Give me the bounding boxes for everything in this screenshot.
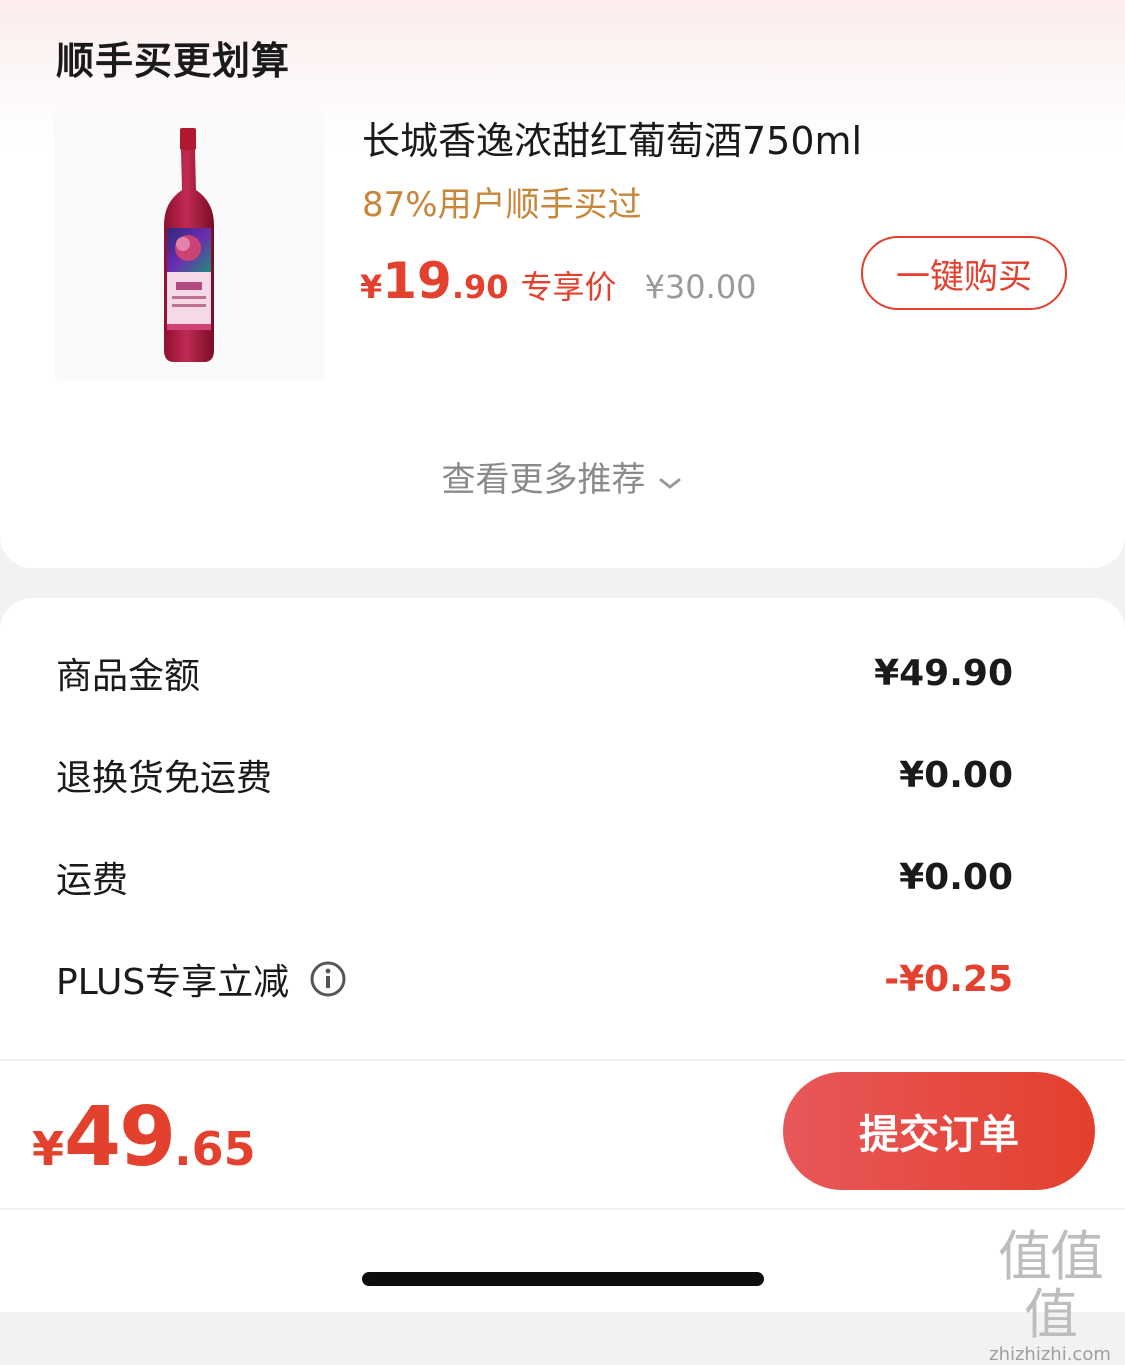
summary-row-shipping: 运费 ¥0.00 (56, 847, 1013, 907)
original-price: ¥30.00 (644, 268, 757, 306)
one-click-buy-button[interactable]: 一键购买 (861, 236, 1067, 310)
watermark-logo: 值值值 (998, 1225, 1104, 1346)
more-recommendations-link[interactable]: 查看更多推荐 (0, 452, 1125, 502)
divider (0, 1208, 1125, 1210)
summary-label-wrap: PLUS专享立减 (56, 953, 347, 1005)
total-currency: ¥ (32, 1122, 65, 1176)
info-icon[interactable] (309, 960, 347, 998)
wine-bottle-icon (164, 128, 214, 362)
summary-row-goods-amount: 商品金额 ¥49.90 (56, 643, 1013, 703)
summary-label: 商品金额 (56, 656, 201, 697)
home-indicator[interactable] (362, 1272, 764, 1286)
product-price: ¥19.90 专享价 ¥30.00 (360, 252, 757, 310)
summary-value: -¥0.25 (884, 958, 1013, 1000)
watermark: 值值值 zhizhizhi.com (975, 1228, 1125, 1365)
purchase-rate-tag: 87%用户顺手买过 (362, 185, 642, 225)
section-title: 顺手买更划算 (56, 39, 291, 83)
product-image[interactable] (54, 110, 324, 380)
summary-label: PLUS专享立减 (56, 962, 290, 1003)
summary-value: ¥0.00 (899, 754, 1013, 796)
watermark-url: zhizhizhi.com (989, 1344, 1111, 1365)
divider (0, 1059, 1125, 1061)
summary-row-return-shipping: 退换货免运费 ¥0.00 (56, 745, 1013, 805)
price-currency: ¥ (360, 268, 383, 306)
price-integer: 19 (382, 252, 452, 310)
total-decimal: .65 (174, 1122, 256, 1176)
more-recommendations-label: 查看更多推荐 (441, 460, 646, 500)
price-decimal: .90 (451, 268, 509, 306)
summary-label: 运费 (56, 860, 129, 901)
exclusive-price-label: 专享价 (520, 268, 617, 306)
submit-order-button[interactable]: 提交订单 (783, 1072, 1095, 1190)
summary-row-plus-discount: PLUS专享立减 -¥0.25 (56, 949, 1013, 1009)
summary-value: ¥49.90 (874, 652, 1013, 694)
total-price: ¥49.65 (32, 1090, 256, 1185)
total-integer: 49 (64, 1090, 176, 1185)
chevron-down-icon (656, 462, 684, 502)
summary-value: ¥0.00 (899, 856, 1013, 898)
product-name[interactable]: 长城香逸浓甜红葡萄酒750ml (362, 110, 862, 165)
summary-label: 退换货免运费 (56, 758, 273, 799)
